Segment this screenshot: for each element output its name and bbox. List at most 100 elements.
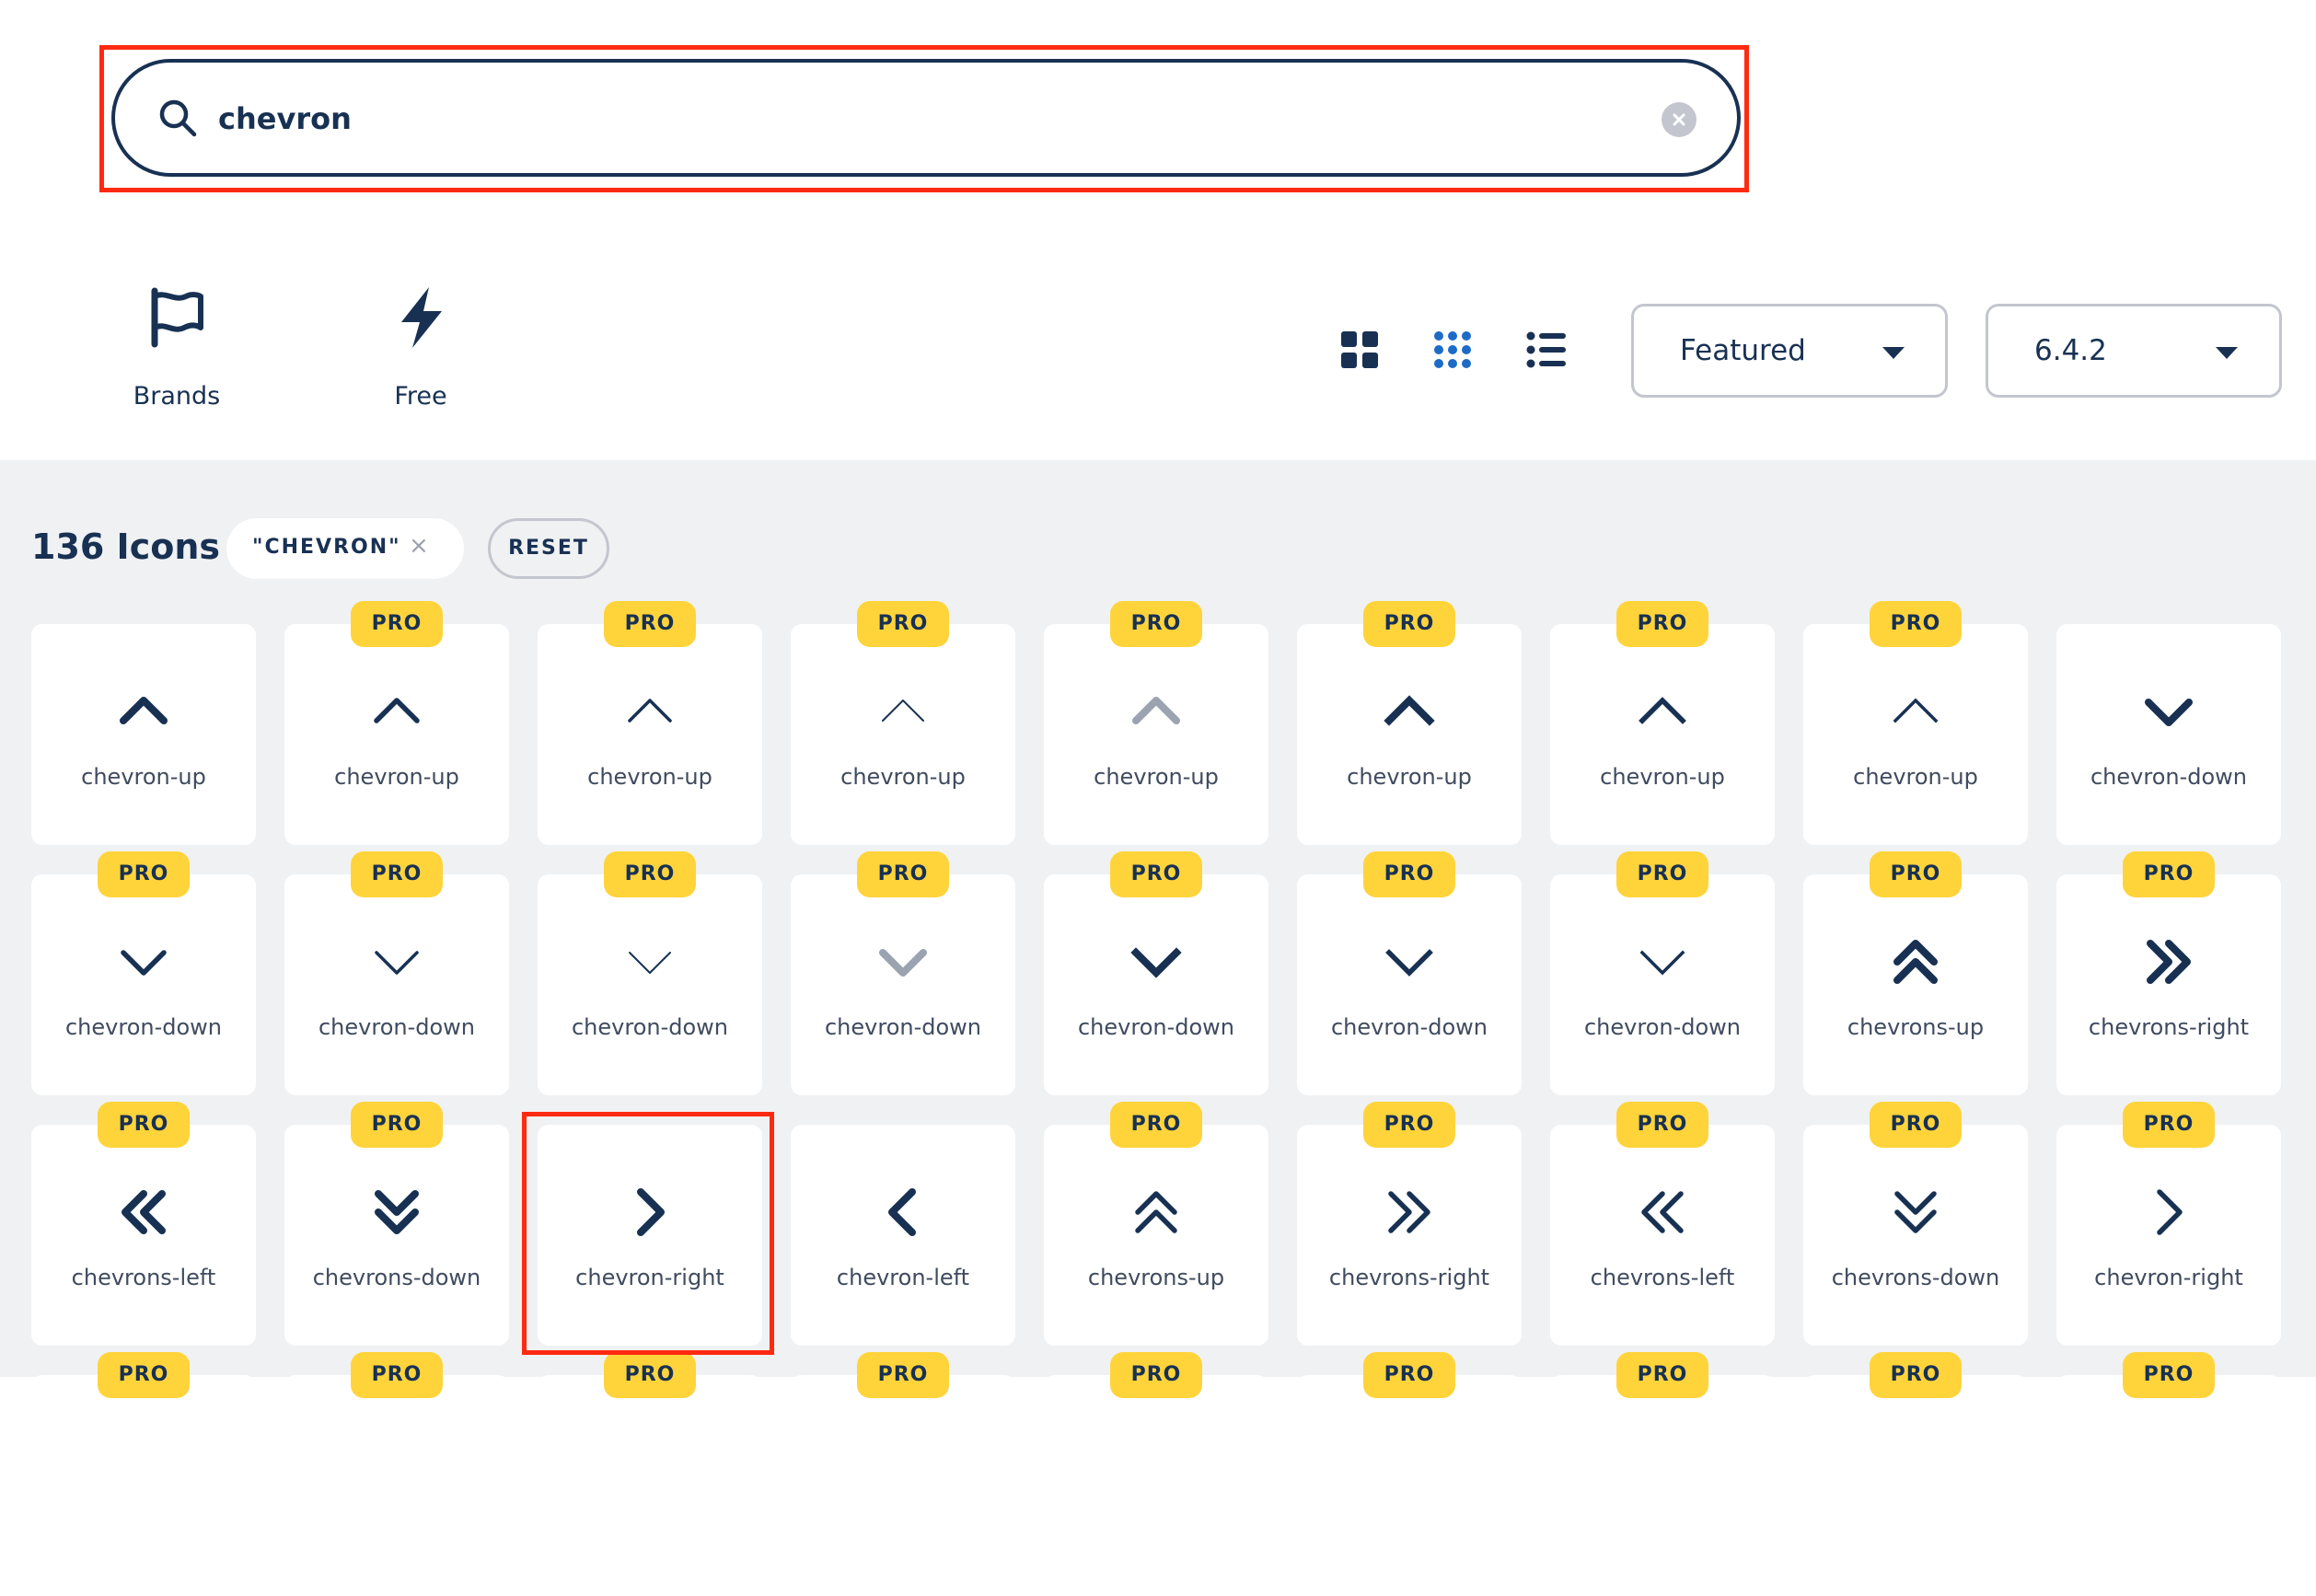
chevron-up-icon <box>791 661 1015 762</box>
icon-tile-chevrons-left[interactable]: chevrons-left <box>31 1125 256 1346</box>
icon-tile-chevrons-up[interactable]: chevrons-up <box>1803 874 2028 1095</box>
icon-tile-chevrons-down[interactable]: chevrons-down <box>284 1125 509 1346</box>
chevron-down-icon <box>31 911 256 1012</box>
icon-tile-chevron-up[interactable]: chevron-up <box>31 624 256 845</box>
icon-tile-chevron-up[interactable]: chevron-up <box>1297 624 1522 845</box>
version-value: 6.4.2 <box>2034 334 2107 367</box>
icon-tile-chevron-up[interactable]: chevron-up <box>1803 624 2028 845</box>
pro-badge: PRO <box>1110 851 1202 897</box>
query-chip[interactable]: "CHEVRON" × <box>226 518 464 579</box>
icon-tile-chevron-down[interactable]: chevron-down <box>791 874 1015 1095</box>
chevron-down-icon <box>791 911 1015 1012</box>
icon-tile-label: chevrons-up <box>1087 1265 1225 1290</box>
chevrons-right-icon <box>2056 911 2281 1012</box>
pro-badge: PRO <box>1363 851 1455 897</box>
pro-badge: PRO <box>604 851 696 897</box>
icon-tile[interactable] <box>791 1375 1015 1596</box>
close-icon[interactable]: × <box>409 532 429 560</box>
icon-tile-chevrons-up[interactable]: chevrons-up <box>1044 1125 1268 1346</box>
icon-tile-chevron-down[interactable]: chevron-down <box>2056 624 2281 845</box>
icon-tile-chevron-up[interactable]: chevron-up <box>1550 624 1775 845</box>
icon-tile-chevron-up[interactable]: chevron-up <box>538 624 762 845</box>
chevrons-down-icon <box>1803 1162 2028 1263</box>
pro-badge: PRO <box>1870 601 1962 647</box>
chevron-down-icon <box>1044 911 1268 1012</box>
pro-badge: PRO <box>351 601 443 647</box>
query-chip-label: "CHEVRON" <box>252 536 401 559</box>
pro-badge: PRO <box>604 1352 696 1398</box>
sort-select[interactable]: Featured <box>1631 304 1948 398</box>
icon-tile[interactable] <box>284 1375 509 1596</box>
icon-tile[interactable] <box>1297 1375 1522 1596</box>
icon-tile-chevron-down[interactable]: chevron-down <box>1550 874 1775 1095</box>
chevron-up-icon <box>538 661 762 762</box>
icon-tile-chevrons-right[interactable]: chevrons-right <box>1297 1125 1522 1346</box>
pro-badge: PRO <box>1110 601 1202 647</box>
chevron-up-icon <box>1803 661 2028 762</box>
icon-tile-label: chevrons-left <box>1590 1265 1735 1290</box>
icon-tile-chevron-up[interactable]: chevron-up <box>791 624 1015 845</box>
filter-free-label: Free <box>394 382 447 411</box>
icon-tile-label: chevrons-down <box>1831 1265 2000 1290</box>
search-icon <box>157 98 198 138</box>
filter-free[interactable]: Free <box>361 281 481 411</box>
icon-tile-chevron-down[interactable]: chevron-down <box>1297 874 1522 1095</box>
icon-tile-chevron-down[interactable]: chevron-down <box>538 874 762 1095</box>
search-bar[interactable] <box>111 59 1741 177</box>
pro-badge: PRO <box>351 1352 443 1398</box>
pro-badge: PRO <box>857 601 949 647</box>
chevron-down-icon <box>1550 911 1775 1012</box>
icon-tile-chevron-right[interactable]: chevron-right <box>2056 1125 2281 1346</box>
list-icon[interactable] <box>1525 329 1568 371</box>
chevron-down-icon <box>1297 911 1522 1012</box>
icon-tile-chevrons-left[interactable]: chevrons-left <box>1550 1125 1775 1346</box>
icon-tile-chevron-down[interactable]: chevron-down <box>1044 874 1268 1095</box>
icon-tile-label: chevron-down <box>1583 1014 1742 1040</box>
chevrons-up-icon <box>1803 911 2028 1012</box>
icon-tile-label: chevron-left <box>836 1265 970 1290</box>
filter-brands[interactable]: Brands <box>117 281 237 411</box>
icon-tile[interactable] <box>538 1375 762 1596</box>
icon-tile-chevron-left[interactable]: chevron-left <box>791 1125 1015 1346</box>
icon-tile-chevron-down[interactable]: chevron-down <box>31 874 256 1095</box>
pro-badge: PRO <box>2123 851 2215 897</box>
version-select[interactable]: 6.4.2 <box>1986 304 2282 398</box>
pro-badge: PRO <box>351 851 443 897</box>
pro-badge: PRO <box>2123 1352 2215 1398</box>
large-grid-icon[interactable] <box>1338 329 1381 371</box>
reset-button[interactable]: RESET <box>488 518 609 579</box>
small-grid-icon[interactable] <box>1431 329 1474 371</box>
icon-tile[interactable] <box>1803 1375 2028 1596</box>
icon-tile[interactable] <box>1044 1375 1268 1596</box>
search-input[interactable] <box>216 85 1601 153</box>
pro-badge: PRO <box>2123 1102 2215 1148</box>
icon-tile-chevrons-down[interactable]: chevrons-down <box>1803 1125 2028 1346</box>
chevron-down-icon <box>2216 347 2238 359</box>
clear-search-icon[interactable] <box>1662 102 1696 137</box>
chevron-up-icon <box>1044 661 1268 762</box>
icon-tile-chevron-up[interactable]: chevron-up <box>284 624 509 845</box>
icon-tile-chevrons-right[interactable]: chevrons-right <box>2056 874 2281 1095</box>
chevron-up-icon <box>284 661 509 762</box>
icon-tile-label: chevron-up <box>1853 764 1978 790</box>
icon-tile[interactable] <box>31 1375 256 1596</box>
chevron-up-icon <box>1550 661 1775 762</box>
chevrons-down-icon <box>284 1162 509 1263</box>
icon-tile[interactable] <box>2056 1375 2281 1596</box>
icon-tile-label: chevron-up <box>840 764 966 790</box>
icon-tile-chevron-up[interactable]: chevron-up <box>1044 624 1268 845</box>
chevron-down-icon <box>284 911 509 1012</box>
chevron-right-icon <box>2056 1162 2281 1263</box>
icon-tile-label: chevron-up <box>1600 764 1725 790</box>
reset-label: RESET <box>508 537 589 560</box>
icon-tile-label: chevrons-right <box>2088 1014 2250 1040</box>
icon-tile[interactable] <box>1550 1375 1775 1596</box>
icon-tile-label: chevron-down <box>1077 1014 1235 1040</box>
pro-badge: PRO <box>1363 601 1455 647</box>
chevron-down-icon <box>2056 661 2281 762</box>
pro-badge: PRO <box>1616 601 1708 647</box>
chevron-up-icon <box>1297 661 1522 762</box>
icon-tile-label: chevron-down <box>824 1014 982 1040</box>
pro-badge: PRO <box>1110 1102 1202 1148</box>
icon-tile-chevron-down[interactable]: chevron-down <box>284 874 509 1095</box>
